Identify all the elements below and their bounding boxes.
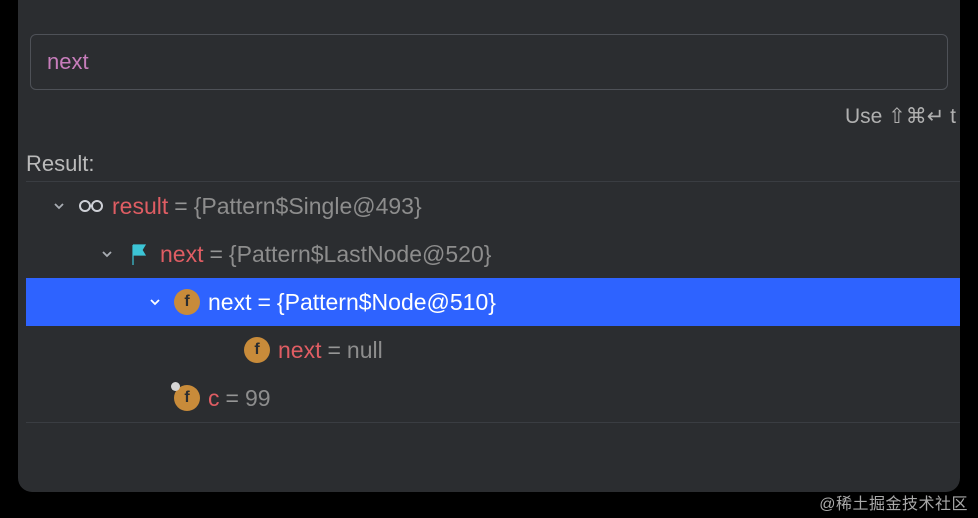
var-name: next <box>208 289 251 316</box>
tree-row-c[interactable]: c = 99 <box>26 374 960 422</box>
var-value: {Pattern$Single@493} <box>194 193 422 220</box>
glasses-icon <box>78 193 104 219</box>
chevron-down-icon[interactable] <box>46 200 72 212</box>
var-name: next <box>160 241 203 268</box>
result-label: Result: <box>18 129 960 181</box>
equals: = <box>168 193 193 220</box>
field-icon <box>174 385 200 411</box>
shortcut-hint: Use ⇧⌘↵ t <box>18 90 960 129</box>
tree-row-next-1[interactable]: next = {Pattern$LastNode@520} <box>26 230 960 278</box>
var-name: result <box>112 193 168 220</box>
var-value: {Pattern$Node@510} <box>277 289 496 316</box>
field-icon <box>244 337 270 363</box>
chevron-down-icon[interactable] <box>94 248 120 260</box>
tree-row-result[interactable]: result = {Pattern$Single@493} <box>26 182 960 230</box>
equals: = <box>220 385 245 412</box>
equals: = <box>203 241 228 268</box>
tree-row-next-3[interactable]: next = null <box>26 326 960 374</box>
expression-value: next <box>47 49 89 74</box>
var-value: {Pattern$LastNode@520} <box>229 241 492 268</box>
hint-suffix: t <box>944 105 956 128</box>
flag-icon <box>126 241 152 267</box>
evaluate-panel: next Use ⇧⌘↵ t Result: result = {Pattern… <box>18 0 960 492</box>
expression-input-box[interactable]: next <box>30 34 948 90</box>
tree-row-next-2-selected[interactable]: next = {Pattern$Node@510} <box>26 278 960 326</box>
watermark: @稀土掘金技术社区 <box>819 490 968 514</box>
field-icon <box>174 289 200 315</box>
equals: = <box>321 337 346 364</box>
var-name: c <box>208 385 220 412</box>
chevron-down-icon[interactable] <box>142 296 168 308</box>
hint-keys: ⇧⌘↵ <box>888 105 944 128</box>
var-name: next <box>278 337 321 364</box>
var-value: null <box>347 337 383 364</box>
result-tree: result = {Pattern$Single@493} next = {Pa… <box>26 181 960 423</box>
equals: = <box>251 289 276 316</box>
hint-prefix: Use <box>845 105 888 128</box>
var-value: 99 <box>245 385 271 412</box>
